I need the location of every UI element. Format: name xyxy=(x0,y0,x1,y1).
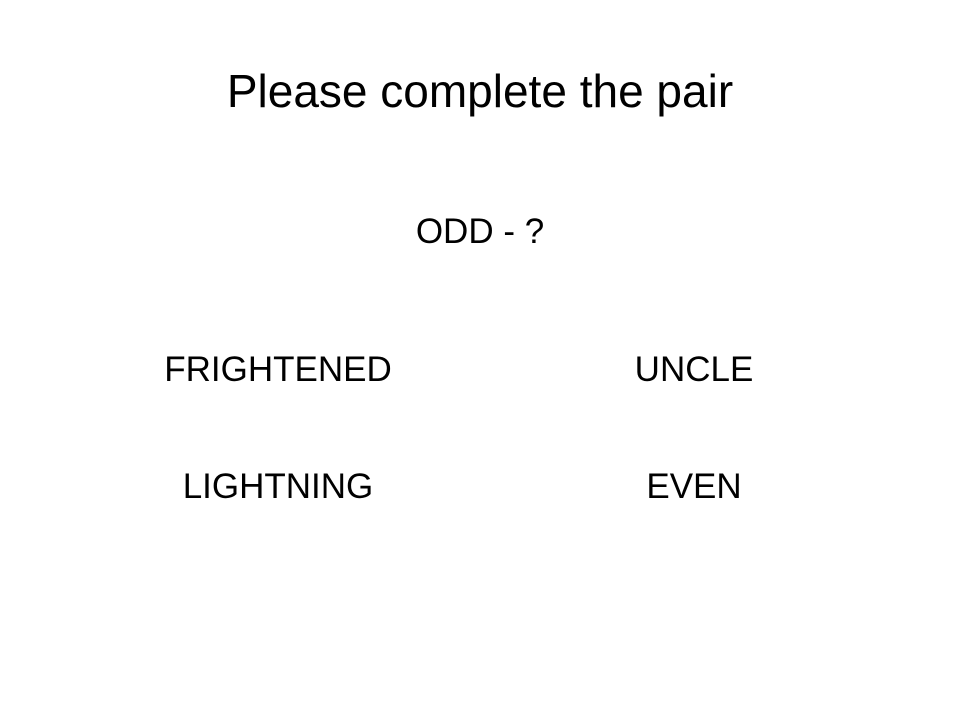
option-frightened: FRIGHTENED xyxy=(164,350,392,389)
option-uncle: UNCLE xyxy=(634,350,754,389)
slide: Please complete the pair ODD - ? FRIGHTE… xyxy=(0,0,960,720)
slide-title: Please complete the pair xyxy=(226,65,734,117)
question-prompt: ODD - ? xyxy=(415,212,545,251)
option-lightning: LIGHTNING xyxy=(182,467,374,506)
option-even: EVEN xyxy=(646,467,742,506)
